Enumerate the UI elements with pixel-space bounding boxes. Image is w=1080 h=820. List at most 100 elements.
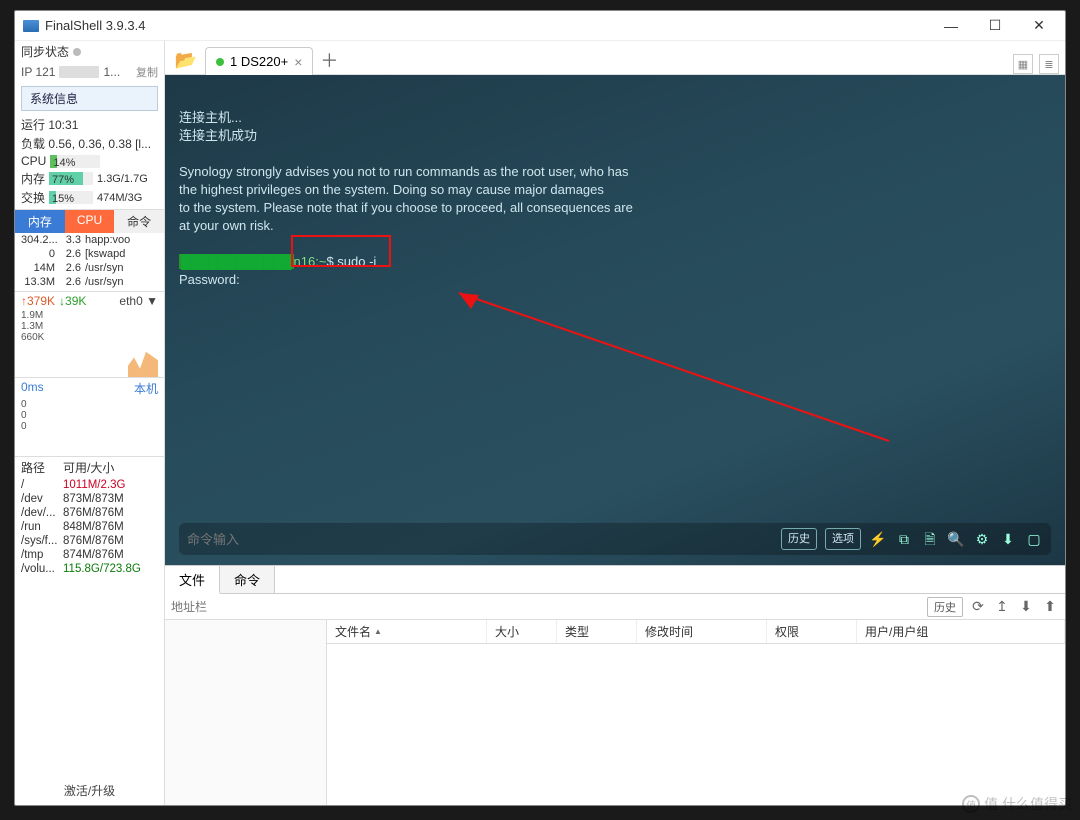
status-dot-icon — [216, 58, 224, 66]
ip-mask — [59, 66, 99, 78]
fs-row[interactable]: /tmp874M/876M — [15, 548, 164, 562]
mem-pct: 77% — [49, 174, 77, 186]
file-tree[interactable] — [165, 620, 327, 805]
options-button[interactable]: 选项 — [825, 528, 861, 550]
load-label: 负载 0.56, 0.36, 0.38 [l... — [15, 134, 164, 153]
ip-suffix: 1... — [103, 65, 120, 79]
history-button[interactable]: 历史 — [781, 528, 817, 550]
tab-cmd[interactable]: 命令 — [114, 210, 164, 233]
mem-row: 内存 77% 1.3G/1.7G — [15, 169, 164, 188]
bottom-panel: 文件 命令 历史 ⟳ ↥ ⬇ ⬆ 文件名▲ 大小 — [165, 565, 1065, 805]
ping-ylabels: 0 0 0 — [15, 399, 164, 432]
tab-cpu[interactable]: CPU — [65, 210, 115, 233]
fs-row[interactable]: /run848M/876M — [15, 520, 164, 534]
copy-icon[interactable]: ⧉ — [895, 530, 913, 548]
annotation-arrow — [389, 251, 899, 451]
download-icon[interactable]: ⬇ — [1017, 598, 1035, 615]
titlebar: FinalShell 3.9.3.4 ― ☐ ✕ — [15, 11, 1065, 41]
close-button[interactable]: ✕ — [1017, 11, 1061, 41]
col-type[interactable]: 类型 — [557, 620, 637, 643]
col-owner[interactable]: 用户/用户组 — [857, 620, 1065, 643]
fs-row[interactable]: /1011M/2.3G — [15, 478, 164, 492]
copy-ip-button[interactable]: 复制 — [136, 64, 158, 80]
proc-row[interactable]: 13.3M2.6/usr/syn — [15, 275, 164, 289]
sort-caret-icon: ▲ — [374, 627, 382, 636]
gear-icon[interactable]: ⚙ — [973, 530, 991, 548]
window-title: FinalShell 3.9.3.4 — [45, 18, 145, 33]
open-folder-icon[interactable]: 📂 — [169, 46, 203, 74]
ping-ms: 0ms — [21, 380, 44, 397]
terminal[interactable]: 连接主机... 连接主机成功 Synology strongly advises… — [165, 75, 1065, 565]
grid-layout-icon[interactable]: ▦ — [1013, 54, 1033, 74]
fs-row[interactable]: /dev/...876M/876M — [15, 506, 164, 520]
watermark-logo-icon: 值 — [962, 795, 980, 813]
minimize-button[interactable]: ― — [929, 11, 973, 41]
file-list: 文件名▲ 大小 类型 修改时间 权限 用户/用户组 — [327, 620, 1065, 805]
net-down: ↓39K — [59, 294, 86, 308]
proc-row[interactable]: 304.2...3.3happ:voo — [15, 233, 164, 247]
add-tab-button[interactable]: ＋ — [315, 46, 343, 74]
col-size[interactable]: 大小 — [487, 620, 557, 643]
col-name[interactable]: 文件名▲ — [327, 620, 487, 643]
search-icon[interactable]: 🔍 — [947, 530, 965, 548]
status-dot-icon — [73, 48, 81, 56]
window-buttons: ― ☐ ✕ — [929, 11, 1061, 41]
history-button[interactable]: 历史 — [927, 597, 963, 617]
tab-mem[interactable]: 内存 — [15, 210, 65, 233]
command-input[interactable] — [187, 532, 773, 547]
session-tab-label: 1 DS220+ — [230, 54, 288, 69]
term-line: 连接主机成功 — [179, 128, 257, 143]
mem-val: 1.3G/1.7G — [97, 173, 148, 185]
password-prompt: Password: — [179, 272, 240, 287]
activate-upgrade-link[interactable]: 激活/升级 — [15, 776, 164, 805]
tab-close-icon[interactable]: × — [294, 54, 302, 70]
fs-header: 路径 可用/大小 — [15, 456, 164, 478]
window-body: 同步状态 IP 121 1... 复制 系统信息 运行 10:31 负载 0.5… — [15, 41, 1065, 805]
sync-status-label: 同步状态 — [21, 43, 69, 60]
clipboard-icon[interactable]: 🗎 — [921, 530, 939, 548]
refresh-icon[interactable]: ⟳ — [969, 598, 987, 615]
fs-head-path: 路径 — [21, 459, 63, 476]
col-mtime[interactable]: 修改时间 — [637, 620, 767, 643]
net-interface-select[interactable]: eth0 ▼ — [119, 294, 158, 308]
net-sparkline — [21, 343, 158, 377]
col-perm[interactable]: 权限 — [767, 620, 857, 643]
address-input[interactable] — [171, 600, 921, 614]
maximize-icon[interactable]: ▢ — [1025, 530, 1043, 548]
system-info-button[interactable]: 系统信息 — [21, 86, 158, 111]
ping-row: 0ms 本机 — [15, 377, 164, 399]
ip-row: IP 121 1... 复制 — [15, 62, 164, 82]
up-icon[interactable]: ↥ — [993, 598, 1011, 615]
cpu-row: CPU 14% — [15, 153, 164, 169]
upload-icon[interactable]: ⬆ — [1041, 598, 1059, 615]
session-tab[interactable]: 1 DS220+ × — [205, 47, 313, 75]
mem-bar: 77% — [49, 172, 93, 185]
proc-sort-tabs: 内存 CPU 命令 — [15, 209, 164, 233]
proc-row[interactable]: 02.6[kswapd — [15, 247, 164, 261]
maximize-button[interactable]: ☐ — [973, 11, 1017, 41]
lightning-icon[interactable]: ⚡ — [869, 530, 887, 548]
cpu-bar: 14% — [50, 155, 100, 168]
term-line: to the system. Please note that if you c… — [179, 200, 633, 215]
session-tabbar: 📂 1 DS220+ × ＋ ▦ ≣ — [165, 41, 1065, 75]
fs-row[interactable]: /dev873M/873M — [15, 492, 164, 506]
bottom-tabs: 文件 命令 — [165, 566, 1065, 594]
proc-row[interactable]: 14M2.6/usr/syn — [15, 261, 164, 275]
sidebar: 同步状态 IP 121 1... 复制 系统信息 运行 10:31 负载 0.5… — [15, 41, 165, 805]
download-icon[interactable]: ⬇ — [999, 530, 1017, 548]
watermark-text: 值 什么值得买 — [984, 794, 1072, 814]
ping-target-select[interactable]: 本机 — [134, 380, 158, 397]
fs-row[interactable]: /volu...115.8G/723.8G — [15, 562, 164, 576]
tab-command[interactable]: 命令 — [220, 566, 275, 593]
cpu-pct: 14% — [50, 157, 78, 169]
command-input-bar: 历史 选项 ⚡ ⧉ 🗎 🔍 ⚙ ⬇ ▢ — [179, 523, 1051, 555]
tab-file[interactable]: 文件 — [165, 566, 220, 594]
file-list-body[interactable] — [327, 644, 1065, 805]
term-line: at your own risk. — [179, 218, 274, 233]
cpu-label: CPU — [21, 154, 46, 168]
list-layout-icon[interactable]: ≣ — [1039, 54, 1059, 74]
swap-val: 474M/3G — [97, 192, 142, 204]
fs-row[interactable]: /sys/f...876M/876M — [15, 534, 164, 548]
swap-row: 交换 15% 474M/3G — [15, 188, 164, 207]
net-ylabels: 1.9M 1.3M 660K — [15, 310, 164, 343]
